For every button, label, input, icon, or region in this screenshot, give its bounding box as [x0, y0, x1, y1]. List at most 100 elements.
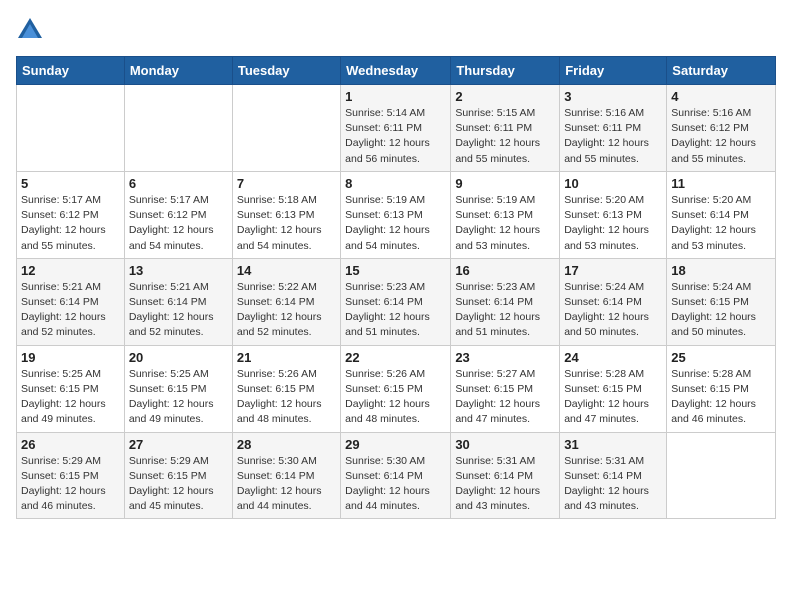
- calendar-week-row: 1 Sunrise: 5:14 AMSunset: 6:11 PMDaylight…: [17, 85, 776, 172]
- calendar-cell: 24 Sunrise: 5:28 AMSunset: 6:15 PMDayligh…: [560, 345, 667, 432]
- calendar-cell: 20 Sunrise: 5:25 AMSunset: 6:15 PMDayligh…: [124, 345, 232, 432]
- day-number: 21: [237, 350, 336, 365]
- day-number: 6: [129, 176, 228, 191]
- day-number: 13: [129, 263, 228, 278]
- calendar-cell: 2Sunrise: 5:15 AMSunset: 6:11 PMDaylight…: [451, 85, 560, 172]
- day-info: Sunrise: 5:18 AMSunset: 6:13 PMDaylight:…: [237, 193, 336, 254]
- day-info: Sunrise: 5:26 AMSunset: 6:15 PMDaylight:…: [345, 367, 446, 428]
- calendar-cell: 17 Sunrise: 5:24 AMSunset: 6:14 PMDayligh…: [560, 258, 667, 345]
- day-info: Sunrise: 5:16 AMSunset: 6:12 PMDaylight:…: [671, 106, 771, 167]
- day-number: 22: [345, 350, 446, 365]
- calendar-cell: 30 Sunrise: 5:31 AMSunset: 6:14 PMDayligh…: [451, 432, 560, 519]
- calendar-cell: [124, 85, 232, 172]
- day-info: Sunrise: 5:31 AMSunset: 6:14 PMDaylight:…: [455, 454, 555, 515]
- calendar-cell: 23 Sunrise: 5:27 AMSunset: 6:15 PMDayligh…: [451, 345, 560, 432]
- calendar-table: SundayMondayTuesdayWednesdayThursdayFrid…: [16, 56, 776, 519]
- calendar-cell: 15 Sunrise: 5:23 AMSunset: 6:14 PMDayligh…: [341, 258, 451, 345]
- day-info: Sunrise: 5:14 AMSunset: 6:11 PMDaylight:…: [345, 106, 446, 167]
- day-number: 14: [237, 263, 336, 278]
- calendar-cell: 29 Sunrise: 5:30 AMSunset: 6:14 PMDayligh…: [341, 432, 451, 519]
- day-info: Sunrise: 5:16 AMSunset: 6:11 PMDaylight:…: [564, 106, 662, 167]
- day-number: 24: [564, 350, 662, 365]
- calendar-cell: 18 Sunrise: 5:24 AMSunset: 6:15 PMDayligh…: [667, 258, 776, 345]
- calendar-cell: 9 Sunrise: 5:19 AMSunset: 6:13 PMDaylight…: [451, 171, 560, 258]
- day-info: Sunrise: 5:27 AMSunset: 6:15 PMDaylight:…: [455, 367, 555, 428]
- day-info: Sunrise: 5:23 AMSunset: 6:14 PMDaylight:…: [345, 280, 446, 341]
- day-info: Sunrise: 5:29 AMSunset: 6:15 PMDaylight:…: [21, 454, 120, 515]
- day-number: 27: [129, 437, 228, 452]
- day-info: Sunrise: 5:26 AMSunset: 6:15 PMDaylight:…: [237, 367, 336, 428]
- day-info: Sunrise: 5:25 AMSunset: 6:15 PMDaylight:…: [21, 367, 120, 428]
- calendar-cell: 13 Sunrise: 5:21 AMSunset: 6:14 PMDayligh…: [124, 258, 232, 345]
- calendar-cell: 5 Sunrise: 5:17 AMSunset: 6:12 PMDaylight…: [17, 171, 125, 258]
- day-number: 30: [455, 437, 555, 452]
- calendar-cell: 16 Sunrise: 5:23 AMSunset: 6:14 PMDayligh…: [451, 258, 560, 345]
- header-day: Friday: [560, 57, 667, 85]
- day-number: 19: [21, 350, 120, 365]
- header-row: SundayMondayTuesdayWednesdayThursdayFrid…: [17, 57, 776, 85]
- header-day: Thursday: [451, 57, 560, 85]
- day-info: Sunrise: 5:20 AMSunset: 6:14 PMDaylight:…: [671, 193, 771, 254]
- calendar-cell: 8Sunrise: 5:19 AMSunset: 6:13 PMDaylight…: [341, 171, 451, 258]
- day-info: Sunrise: 5:29 AMSunset: 6:15 PMDaylight:…: [129, 454, 228, 515]
- page-header: [16, 16, 776, 44]
- day-info: Sunrise: 5:21 AMSunset: 6:14 PMDaylight:…: [129, 280, 228, 341]
- calendar-cell: 4 Sunrise: 5:16 AMSunset: 6:12 PMDaylight…: [667, 85, 776, 172]
- day-info: Sunrise: 5:30 AMSunset: 6:14 PMDaylight:…: [345, 454, 446, 515]
- header-day: Tuesday: [232, 57, 340, 85]
- calendar-cell: 19 Sunrise: 5:25 AMSunset: 6:15 PMDayligh…: [17, 345, 125, 432]
- day-number: 20: [129, 350, 228, 365]
- day-info: Sunrise: 5:19 AMSunset: 6:13 PMDaylight:…: [345, 193, 446, 254]
- calendar-week-row: 5 Sunrise: 5:17 AMSunset: 6:12 PMDaylight…: [17, 171, 776, 258]
- header-day: Wednesday: [341, 57, 451, 85]
- calendar-cell: 27 Sunrise: 5:29 AMSunset: 6:15 PMDayligh…: [124, 432, 232, 519]
- day-info: Sunrise: 5:24 AMSunset: 6:15 PMDaylight:…: [671, 280, 771, 341]
- calendar-cell: 10Sunrise: 5:20 AMSunset: 6:13 PMDayligh…: [560, 171, 667, 258]
- day-number: 5: [21, 176, 120, 191]
- day-number: 7: [237, 176, 336, 191]
- day-number: 9: [455, 176, 555, 191]
- day-number: 15: [345, 263, 446, 278]
- header-day: Sunday: [17, 57, 125, 85]
- day-number: 29: [345, 437, 446, 452]
- calendar-cell: [232, 85, 340, 172]
- calendar-header: SundayMondayTuesdayWednesdayThursdayFrid…: [17, 57, 776, 85]
- day-info: Sunrise: 5:20 AMSunset: 6:13 PMDaylight:…: [564, 193, 662, 254]
- day-number: 12: [21, 263, 120, 278]
- day-info: Sunrise: 5:25 AMSunset: 6:15 PMDaylight:…: [129, 367, 228, 428]
- calendar-week-row: 26 Sunrise: 5:29 AMSunset: 6:15 PMDayligh…: [17, 432, 776, 519]
- calendar-week-row: 12 Sunrise: 5:21 AMSunset: 6:14 PMDayligh…: [17, 258, 776, 345]
- calendar-cell: 22 Sunrise: 5:26 AMSunset: 6:15 PMDayligh…: [341, 345, 451, 432]
- logo: [16, 16, 48, 44]
- day-number: 18: [671, 263, 771, 278]
- header-day: Monday: [124, 57, 232, 85]
- day-info: Sunrise: 5:17 AMSunset: 6:12 PMDaylight:…: [21, 193, 120, 254]
- calendar-cell: 3 Sunrise: 5:16 AMSunset: 6:11 PMDaylight…: [560, 85, 667, 172]
- day-info: Sunrise: 5:24 AMSunset: 6:14 PMDaylight:…: [564, 280, 662, 341]
- day-info: Sunrise: 5:23 AMSunset: 6:14 PMDaylight:…: [455, 280, 555, 341]
- calendar-cell: 14Sunrise: 5:22 AMSunset: 6:14 PMDayligh…: [232, 258, 340, 345]
- day-number: 16: [455, 263, 555, 278]
- day-info: Sunrise: 5:19 AMSunset: 6:13 PMDaylight:…: [455, 193, 555, 254]
- calendar-cell: 6Sunrise: 5:17 AMSunset: 6:12 PMDaylight…: [124, 171, 232, 258]
- day-number: 1: [345, 89, 446, 104]
- day-number: 4: [671, 89, 771, 104]
- day-info: Sunrise: 5:28 AMSunset: 6:15 PMDaylight:…: [564, 367, 662, 428]
- day-number: 23: [455, 350, 555, 365]
- calendar-cell: 26 Sunrise: 5:29 AMSunset: 6:15 PMDayligh…: [17, 432, 125, 519]
- day-number: 28: [237, 437, 336, 452]
- day-info: Sunrise: 5:28 AMSunset: 6:15 PMDaylight:…: [671, 367, 771, 428]
- day-number: 26: [21, 437, 120, 452]
- calendar-cell: 12Sunrise: 5:21 AMSunset: 6:14 PMDayligh…: [17, 258, 125, 345]
- calendar-cell: 1 Sunrise: 5:14 AMSunset: 6:11 PMDaylight…: [341, 85, 451, 172]
- calendar-cell: 31Sunrise: 5:31 AMSunset: 6:14 PMDayligh…: [560, 432, 667, 519]
- day-number: 11: [671, 176, 771, 191]
- header-day: Saturday: [667, 57, 776, 85]
- calendar-cell: [667, 432, 776, 519]
- calendar-cell: [17, 85, 125, 172]
- day-number: 25: [671, 350, 771, 365]
- calendar-cell: 28Sunrise: 5:30 AMSunset: 6:14 PMDayligh…: [232, 432, 340, 519]
- day-number: 3: [564, 89, 662, 104]
- day-number: 17: [564, 263, 662, 278]
- calendar-cell: 21 Sunrise: 5:26 AMSunset: 6:15 PMDayligh…: [232, 345, 340, 432]
